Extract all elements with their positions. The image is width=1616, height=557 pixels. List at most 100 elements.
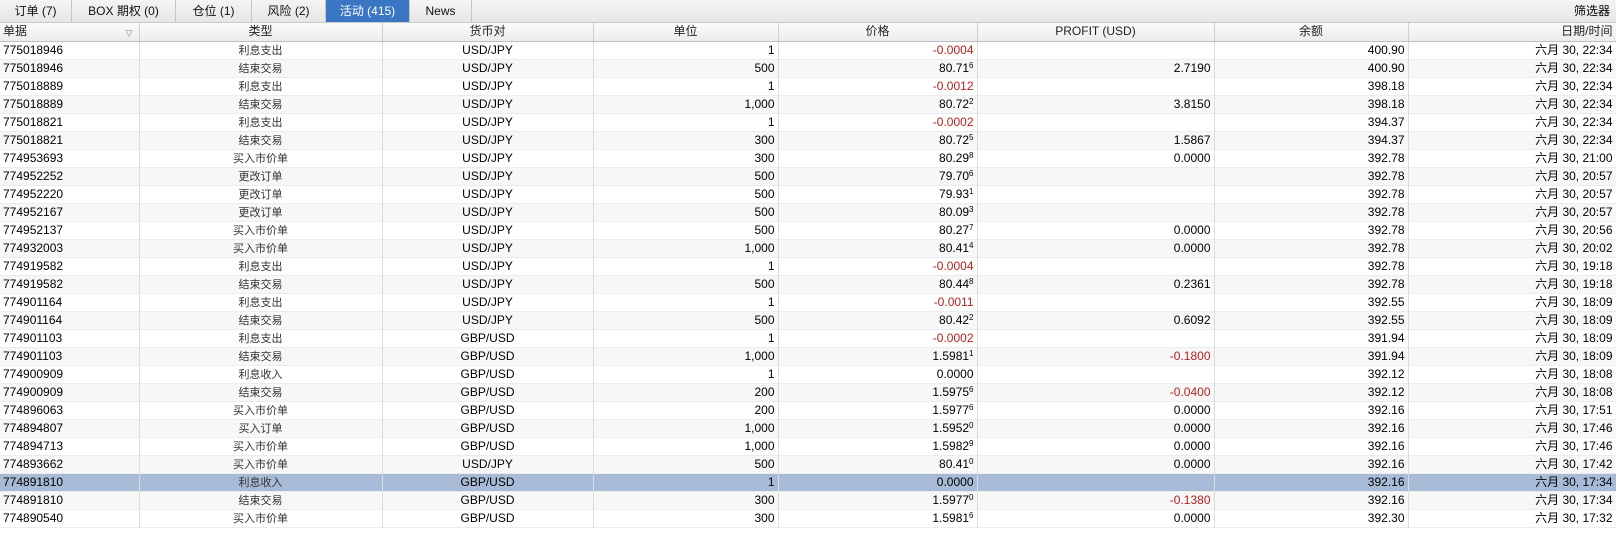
price-pip-digit: 5 — [969, 132, 974, 142]
balance-cell: 398.18 — [1214, 95, 1409, 113]
type-cell: 结束交易 — [139, 383, 383, 401]
tab-positions[interactable]: 仓位 (1) — [176, 0, 252, 22]
table-row[interactable]: 775018889 结束交易 USD/JPY 1,000 80.722 3.8150 398… — [0, 95, 1616, 113]
col-header-units[interactable]: 单位 — [593, 23, 779, 42]
table-row[interactable]: 774952252 更改订单 USD/JPY 500 79.706 392.78 六月 30… — [0, 167, 1616, 185]
ticket-cell: 775018946 — [0, 41, 140, 59]
col-header-type[interactable]: 类型 — [139, 23, 383, 42]
col-header-price[interactable]: 价格 — [778, 23, 978, 42]
table-row[interactable]: 774952220 更改订单 USD/JPY 500 79.931 392.78 六月 30… — [0, 185, 1616, 203]
price-pip-digit: 6 — [969, 402, 974, 412]
price-cell: 80.422 — [778, 311, 978, 329]
col-header-balance[interactable]: 余额 — [1214, 23, 1409, 42]
table-row[interactable]: 774893662 买入市价单 USD/JPY 500 80.410 0.0000 392.… — [0, 455, 1616, 473]
col-header-ticket[interactable]: 单据 ▽ — [0, 23, 140, 42]
type-cell: 买入订单 — [139, 419, 383, 437]
col-header-profit[interactable]: PROFIT (USD) — [977, 23, 1215, 42]
ticket-cell: 774896063 — [0, 401, 140, 419]
table-row[interactable]: 774896063 买入市价单 GBP/USD 200 1.59776 0.0000 392… — [0, 401, 1616, 419]
datetime-cell: 六月 30, 22:34 — [1408, 113, 1616, 131]
table-row[interactable]: 774932003 买入市价单 USD/JPY 1,000 80.414 0.0000 39… — [0, 239, 1616, 257]
units-cell: 1 — [593, 329, 779, 347]
profit-cell: 0.0000 — [977, 401, 1215, 419]
balance-cell: 392.78 — [1214, 167, 1409, 185]
table-row[interactable]: 774894807 买入订单 GBP/USD 1,000 1.59520 0.0000 39… — [0, 419, 1616, 437]
price-pip-digit: 6 — [969, 168, 974, 178]
balance-cell: 392.55 — [1214, 311, 1409, 329]
price-pip-digit: 6 — [969, 510, 974, 520]
table-row[interactable]: 775018889 利息支出 USD/JPY 1 -0.0012 398.18 六月 30,… — [0, 77, 1616, 95]
table-row[interactable]: 774900909 利息收入 GBP/USD 1 0.0000 392.12 六月 30, … — [0, 365, 1616, 383]
balance-cell: 394.37 — [1214, 113, 1409, 131]
datetime-cell: 六月 30, 22:34 — [1408, 77, 1616, 95]
table-row[interactable]: 775018946 结束交易 USD/JPY 500 80.716 2.7190 400.9… — [0, 59, 1616, 77]
ticket-cell: 774932003 — [0, 239, 140, 257]
pair-cell: GBP/USD — [382, 437, 594, 455]
balance-cell: 392.12 — [1214, 383, 1409, 401]
price-value: 80.09 — [939, 204, 970, 219]
type-cell: 结束交易 — [139, 131, 383, 149]
balance-cell: 392.78 — [1214, 275, 1409, 293]
profit-cell: 0.0000 — [977, 419, 1215, 437]
units-cell: 1,000 — [593, 239, 779, 257]
type-cell: 利息支出 — [139, 257, 383, 275]
type-cell: 结束交易 — [139, 95, 383, 113]
price-pip-digit: 2 — [969, 312, 974, 322]
table-row[interactable]: 774901164 利息支出 USD/JPY 1 -0.0011 392.55 六月 30,… — [0, 293, 1616, 311]
price-value: -0.0004 — [932, 258, 974, 273]
filter-button[interactable]: 筛选器 — [1574, 0, 1610, 22]
table-row[interactable]: 775018946 利息支出 USD/JPY 1 -0.0004 400.90 六月 30,… — [0, 41, 1616, 59]
price-cell: 1.59770 — [778, 491, 978, 509]
table-row[interactable]: 774953693 买入市价单 USD/JPY 300 80.298 0.0000 392.… — [0, 149, 1616, 167]
table-row[interactable]: 774901103 利息支出 GBP/USD 1 -0.0002 391.94 六月 30,… — [0, 329, 1616, 347]
pair-cell: USD/JPY — [382, 239, 594, 257]
price-pip-digit: 0 — [969, 420, 974, 430]
table-row[interactable]: 774901103 结束交易 GBP/USD 1,000 1.59811 -0.1800 3… — [0, 347, 1616, 365]
units-cell: 1 — [593, 293, 779, 311]
profit-cell: 1.5867 — [977, 131, 1215, 149]
table-row[interactable]: 774890540 买入市价单 GBP/USD 300 1.59816 0.0000 392… — [0, 509, 1616, 527]
units-cell: 200 — [593, 383, 779, 401]
type-cell: 结束交易 — [139, 59, 383, 77]
type-cell: 利息支出 — [139, 293, 383, 311]
table-row[interactable]: 774952167 更改订单 USD/JPY 500 80.093 392.78 六月 30… — [0, 203, 1616, 221]
price-cell: 80.277 — [778, 221, 978, 239]
table-row[interactable]: 774901164 结束交易 USD/JPY 500 80.422 0.6092 392.5… — [0, 311, 1616, 329]
table-row[interactable]: 774891810 结束交易 GBP/USD 300 1.59770 -0.1380 392… — [0, 491, 1616, 509]
price-value: 0.0000 — [936, 366, 974, 381]
type-cell: 买入市价单 — [139, 455, 383, 473]
table-row[interactable]: 775018821 利息支出 USD/JPY 1 -0.0002 394.37 六月 30,… — [0, 113, 1616, 131]
datetime-cell: 六月 30, 20:57 — [1408, 185, 1616, 203]
table-row[interactable]: 774919582 结束交易 USD/JPY 500 80.448 0.2361 392.7… — [0, 275, 1616, 293]
price-pip-digit: 0 — [969, 456, 974, 466]
units-cell: 200 — [593, 401, 779, 419]
table-row[interactable]: 775018821 结束交易 USD/JPY 300 80.725 1.5867 394.3… — [0, 131, 1616, 149]
ticket-cell: 774890540 — [0, 509, 140, 527]
units-cell: 500 — [593, 59, 779, 77]
datetime-cell: 六月 30, 18:08 — [1408, 365, 1616, 383]
tab-activity[interactable]: 活动 (415) — [326, 0, 410, 22]
sort-indicator-icon[interactable]: ▽ — [126, 25, 133, 40]
col-header-pair[interactable]: 货币对 — [382, 23, 594, 42]
datetime-cell: 六月 30, 22:34 — [1408, 59, 1616, 77]
table-row[interactable]: 774891810 利息收入 GBP/USD 1 0.0000 392.16 六月 30, … — [0, 473, 1616, 491]
units-cell: 1,000 — [593, 347, 779, 365]
units-cell: 1 — [593, 473, 779, 491]
table-row[interactable]: 774952137 买入市价单 USD/JPY 500 80.277 0.0000 392.… — [0, 221, 1616, 239]
ticket-cell: 774919582 — [0, 257, 140, 275]
pair-cell: USD/JPY — [382, 203, 594, 221]
price-value: 1.5977 — [932, 492, 970, 507]
col-header-datetime[interactable]: 日期/时间 — [1408, 23, 1616, 42]
pair-cell: USD/JPY — [382, 149, 594, 167]
tab-news[interactable]: News — [410, 0, 472, 22]
profit-cell — [977, 203, 1215, 221]
price-cell: 1.59811 — [778, 347, 978, 365]
table-row[interactable]: 774919582 利息支出 USD/JPY 1 -0.0004 392.78 六月 30,… — [0, 257, 1616, 275]
tab-risk[interactable]: 风险 (2) — [252, 0, 326, 22]
tab-box-options[interactable]: BOX 期权 (0) — [72, 0, 176, 22]
profit-cell: 3.8150 — [977, 95, 1215, 113]
table-row[interactable]: 774894713 买入市价单 GBP/USD 1,000 1.59829 0.0000 3… — [0, 437, 1616, 455]
table-row[interactable]: 774900909 结束交易 GBP/USD 200 1.59756 -0.0400 392… — [0, 383, 1616, 401]
tab-orders[interactable]: 订单 (7) — [0, 0, 72, 22]
pair-cell: GBP/USD — [382, 473, 594, 491]
